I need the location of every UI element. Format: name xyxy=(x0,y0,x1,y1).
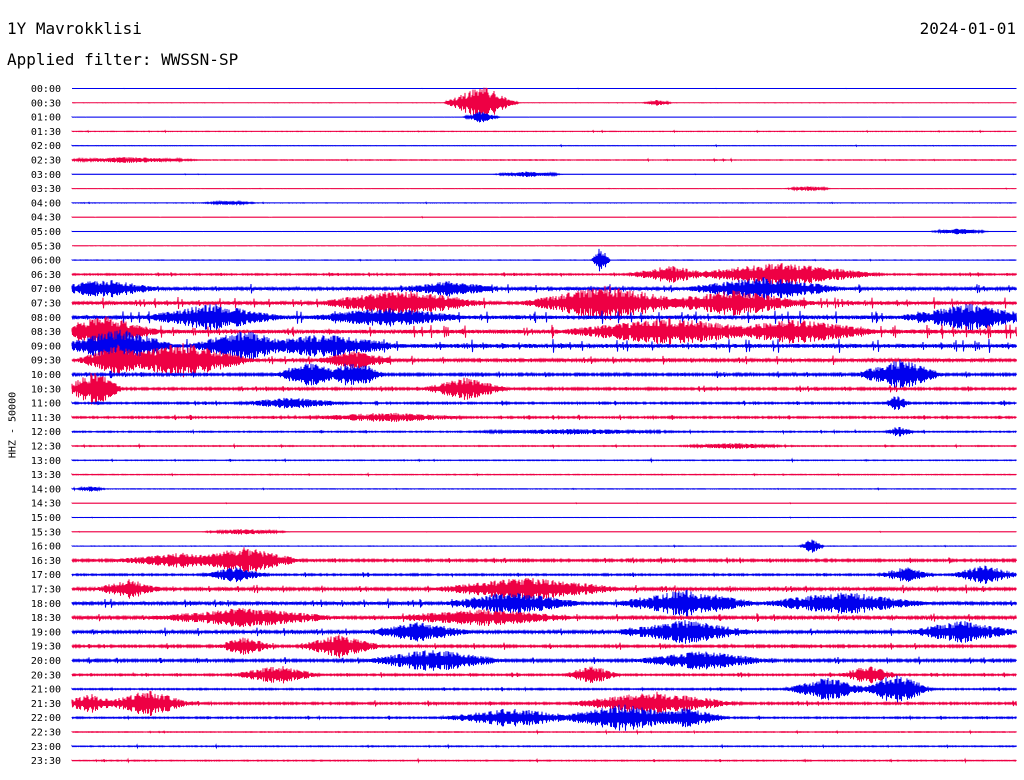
row-time-label: 17:30 xyxy=(31,585,61,596)
trace-row xyxy=(71,634,1017,658)
trace-row xyxy=(72,87,1017,119)
helicorder-plot: 00:00 00:30 01:00 01:30 02:00 02:30 03:00 03:30… xyxy=(31,84,1017,767)
row-time-label: 03:00 xyxy=(31,170,61,181)
row-time-label: 12:00 xyxy=(31,427,61,438)
row-time-label: 09:00 xyxy=(31,341,61,352)
trace-row xyxy=(71,171,1017,178)
trace-row xyxy=(71,666,1017,684)
row-time-label: 22:30 xyxy=(31,728,61,739)
trace-row xyxy=(71,539,1017,553)
trace-row xyxy=(71,277,1017,301)
row-time-label: 06:30 xyxy=(31,270,61,281)
trace-row xyxy=(71,129,1017,134)
trace-row xyxy=(71,442,1017,450)
row-time-label: 05:30 xyxy=(31,241,61,252)
trace-row xyxy=(71,728,1017,736)
trace-row xyxy=(72,244,1017,247)
trace-row xyxy=(71,528,1017,535)
row-time-label: 18:30 xyxy=(31,613,61,624)
row-time-label: 00:30 xyxy=(31,98,61,109)
row-time-label: 09:30 xyxy=(31,356,61,367)
row-time-label: 12:30 xyxy=(31,442,61,453)
row-time-label: 07:30 xyxy=(31,299,61,310)
row-time-label: 13:00 xyxy=(31,456,61,467)
row-time-label: 14:30 xyxy=(31,499,61,510)
row-time-label: 15:30 xyxy=(31,527,61,538)
row-time-label: 08:30 xyxy=(31,327,61,338)
row-time-label: 23:30 xyxy=(31,756,61,767)
trace-row xyxy=(71,577,1017,601)
trace-row xyxy=(71,457,1017,464)
row-time-label: 04:30 xyxy=(31,213,61,224)
trace-row xyxy=(71,426,1017,437)
row-time-label: 07:00 xyxy=(31,284,61,295)
row-time-label: 05:00 xyxy=(31,227,61,238)
row-time-label: 03:30 xyxy=(31,184,61,195)
row-labels: 00:00 00:30 01:00 01:30 02:00 02:30 03:00 03:30… xyxy=(31,84,61,767)
row-time-label: 16:00 xyxy=(31,542,61,553)
row-time-label: 21:30 xyxy=(31,699,61,710)
trace-row xyxy=(71,547,1017,574)
row-time-label: 10:00 xyxy=(31,370,61,381)
trace-row xyxy=(71,472,1017,478)
row-time-label: 11:00 xyxy=(31,399,61,410)
trace-row xyxy=(71,486,1017,492)
trace-row xyxy=(71,228,1017,235)
row-time-label: 00:00 xyxy=(31,84,61,95)
row-time-label: 22:00 xyxy=(31,713,61,724)
trace-row xyxy=(71,516,1017,519)
row-time-label: 18:00 xyxy=(31,599,61,610)
row-time-label: 06:00 xyxy=(31,256,61,267)
trace-rows xyxy=(71,87,1017,764)
row-time-label: 11:30 xyxy=(31,413,61,424)
trace-row xyxy=(71,143,1017,148)
row-time-label: 21:00 xyxy=(31,685,61,696)
row-time-label: 19:00 xyxy=(31,627,61,638)
trace-row xyxy=(71,396,1017,410)
row-time-label: 13:30 xyxy=(31,470,61,481)
trace-row xyxy=(71,111,1017,123)
row-time-label: 14:00 xyxy=(31,484,61,495)
row-time-label: 02:00 xyxy=(31,141,61,152)
row-time-label: 04:00 xyxy=(31,198,61,209)
row-time-label: 19:30 xyxy=(31,642,61,653)
trace-row xyxy=(71,757,1017,764)
row-time-label: 02:30 xyxy=(31,156,61,167)
row-time-label: 01:30 xyxy=(31,127,61,138)
trace-row xyxy=(71,502,1017,505)
row-time-label: 17:00 xyxy=(31,570,61,581)
trace-row xyxy=(71,704,1017,731)
trace-row xyxy=(71,199,1017,206)
row-time-label: 16:30 xyxy=(31,556,61,567)
trace-row xyxy=(71,675,1017,703)
trace-row xyxy=(71,743,1017,750)
trace-row xyxy=(71,248,1017,272)
row-time-label: 08:00 xyxy=(31,313,61,324)
trace-row xyxy=(71,650,1017,671)
trace-row xyxy=(71,185,1017,192)
trace-row xyxy=(71,263,1017,286)
row-time-label: 15:00 xyxy=(31,513,61,524)
trace-row xyxy=(71,156,1017,163)
row-time-label: 01:00 xyxy=(31,113,61,124)
trace-row xyxy=(71,215,1017,219)
trace-row xyxy=(71,608,1017,627)
row-time-label: 10:30 xyxy=(31,384,61,395)
row-time-label: 23:00 xyxy=(31,742,61,753)
trace-row xyxy=(71,412,1017,422)
row-time-label: 20:30 xyxy=(31,670,61,681)
trace-row xyxy=(71,690,1017,717)
row-time-label: 20:00 xyxy=(31,656,61,667)
